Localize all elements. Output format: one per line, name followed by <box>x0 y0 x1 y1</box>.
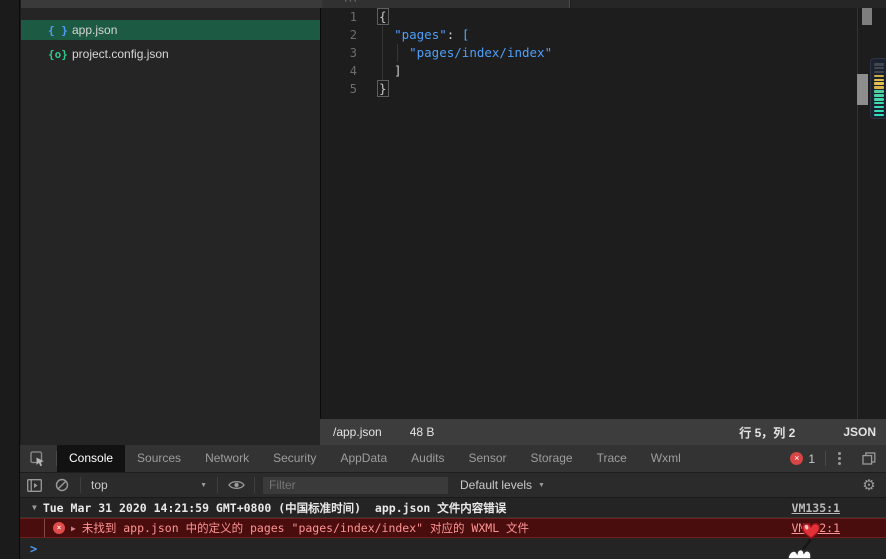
console-prompt[interactable]: > <box>20 538 886 556</box>
code-line: 1 { <box>321 8 886 26</box>
clear-console-button[interactable] <box>48 472 76 498</box>
tab-strip-segment <box>21 0 322 8</box>
tab-audits[interactable]: Audits <box>399 445 456 472</box>
tab-sources[interactable]: Sources <box>125 445 193 472</box>
kebab-menu-icon <box>837 452 841 455</box>
json-string: "pages/index/index" <box>409 45 553 60</box>
console-filter-input[interactable] <box>263 476 448 494</box>
line-number: 5 <box>349 82 357 96</box>
line-number: 4 <box>349 64 357 78</box>
tab-console[interactable]: Console <box>57 445 126 472</box>
log-level-value: Default levels <box>460 478 533 492</box>
chevron-down-icon: ▼ <box>200 481 207 489</box>
tab-appdata[interactable]: AppData <box>328 445 399 472</box>
status-file-size: 48 B <box>409 425 435 439</box>
tab-wxml[interactable]: Wxml <box>639 445 693 472</box>
level-indicator-widget <box>870 58 886 119</box>
error-circle-icon: × <box>790 452 804 465</box>
file-explorer: { } app.json {o} project.config.json <box>21 8 320 445</box>
error-circle-icon: × <box>53 522 65 534</box>
console-log-area: ▼ Tue Mar 31 2020 14:21:59 GMT+0800 (中国标… <box>20 498 886 556</box>
line-number: 1 <box>349 10 357 24</box>
devtools-tab-bar: Console Sources Network Security AppData… <box>20 445 886 472</box>
gear-icon: ⚙ <box>862 477 876 494</box>
group-indent-guide <box>44 519 45 537</box>
tab-security[interactable]: Security <box>261 445 328 472</box>
context-value: top <box>91 478 108 492</box>
console-settings-button[interactable]: ⚙ <box>854 472 884 498</box>
console-message: Tue Mar 31 2020 14:21:59 GMT+0800 (中国标准时… <box>42 500 507 515</box>
tab-strip-empty <box>571 0 886 8</box>
config-file-icon: {o} <box>48 47 68 61</box>
editor-status-bar: /app.json 48 B 行 5，列 2 JSON <box>320 419 886 445</box>
matched-brace: } <box>377 80 389 97</box>
indent-guide <box>397 44 398 62</box>
devtools-panel: Console Sources Network Security AppData… <box>20 445 886 559</box>
file-name: project.config.json <box>72 47 169 61</box>
code-line: 3 "pages/index/index" <box>321 44 886 62</box>
clear-console-icon <box>55 478 69 492</box>
line-number: 3 <box>349 46 357 60</box>
chevron-down-icon: ▼ <box>538 481 545 489</box>
collapse-triangle-icon[interactable]: ▼ <box>32 503 37 512</box>
active-tab-clipped[interactable]: ··· <box>322 0 570 8</box>
code-line: 5 } <box>321 80 886 98</box>
tab-sensor[interactable]: Sensor <box>457 445 519 472</box>
log-level-selector[interactable]: Default levels ▼ <box>460 478 545 492</box>
console-toolbar: top ▼ Default levels ▼ ⚙ <box>20 472 886 498</box>
divider <box>80 477 81 493</box>
code-editor[interactable]: 1 { 2 "pages": [ 3 "pages/index/index" 4… <box>320 8 886 419</box>
line-number: 2 <box>349 28 357 42</box>
indent-guide <box>382 26 383 80</box>
wechat-devtools-window: ··· { } app.json {o} project.config.json… <box>0 0 886 559</box>
source-location-link[interactable]: VM135:1 <box>792 501 840 515</box>
source-location-link[interactable]: VM122:1 <box>792 521 840 535</box>
live-expression-button[interactable] <box>222 472 250 498</box>
inspect-cursor-icon <box>30 450 44 466</box>
matched-brace: { <box>377 8 389 25</box>
console-error-row[interactable]: × ▶ 未找到 app.json 中的定义的 pages "pages/inde… <box>20 518 886 538</box>
divider <box>217 477 218 493</box>
prompt-chevron-icon: > <box>30 542 38 556</box>
undock-icon <box>862 452 876 465</box>
tab-trace[interactable]: Trace <box>585 445 639 472</box>
expand-triangle-icon[interactable]: ▶ <box>71 524 76 533</box>
divider <box>254 477 255 493</box>
scrollbar-thumb[interactable] <box>857 74 868 105</box>
tab-overflow-dots: ··· <box>344 0 358 7</box>
status-cursor-position: 行 5，列 2 <box>739 425 796 440</box>
file-row-app-json[interactable]: { } app.json <box>21 20 320 40</box>
status-language-mode: JSON <box>843 425 876 439</box>
dock-toggle-button[interactable] <box>852 445 886 472</box>
sidebar-toggle-icon <box>26 478 42 492</box>
error-count: 1 <box>808 451 815 466</box>
console-sidebar-toggle-button[interactable] <box>20 472 48 498</box>
code-line: 2 "pages": [ <box>321 26 886 44</box>
editor-right-border <box>857 8 858 419</box>
window-left-strip <box>0 0 20 559</box>
inspect-element-button[interactable] <box>20 445 56 472</box>
tab-storage[interactable]: Storage <box>519 445 585 472</box>
file-name: app.json <box>72 23 118 37</box>
file-row-project-config-json[interactable]: {o} project.config.json <box>21 44 320 64</box>
eye-icon <box>227 480 245 490</box>
execution-context-selector[interactable]: top ▼ <box>85 475 213 495</box>
scrollbar-thumb[interactable] <box>862 8 872 25</box>
level-widget-stripes <box>874 63 886 117</box>
json-file-icon: { } <box>48 23 68 37</box>
json-key: "pages" <box>394 27 447 42</box>
devtools-menu-button[interactable] <box>826 445 852 472</box>
status-file-path: /app.json <box>333 425 382 439</box>
console-group-row[interactable]: ▼ Tue Mar 31 2020 14:21:59 GMT+0800 (中国标… <box>20 498 886 518</box>
console-error-message: 未找到 app.json 中的定义的 pages "pages/index/in… <box>81 521 530 535</box>
tab-network[interactable]: Network <box>193 445 261 472</box>
error-count-badge[interactable]: × 1 <box>790 452 815 466</box>
editor-tab-strip: ··· <box>0 0 886 8</box>
code-line: 4 ] <box>321 62 886 80</box>
